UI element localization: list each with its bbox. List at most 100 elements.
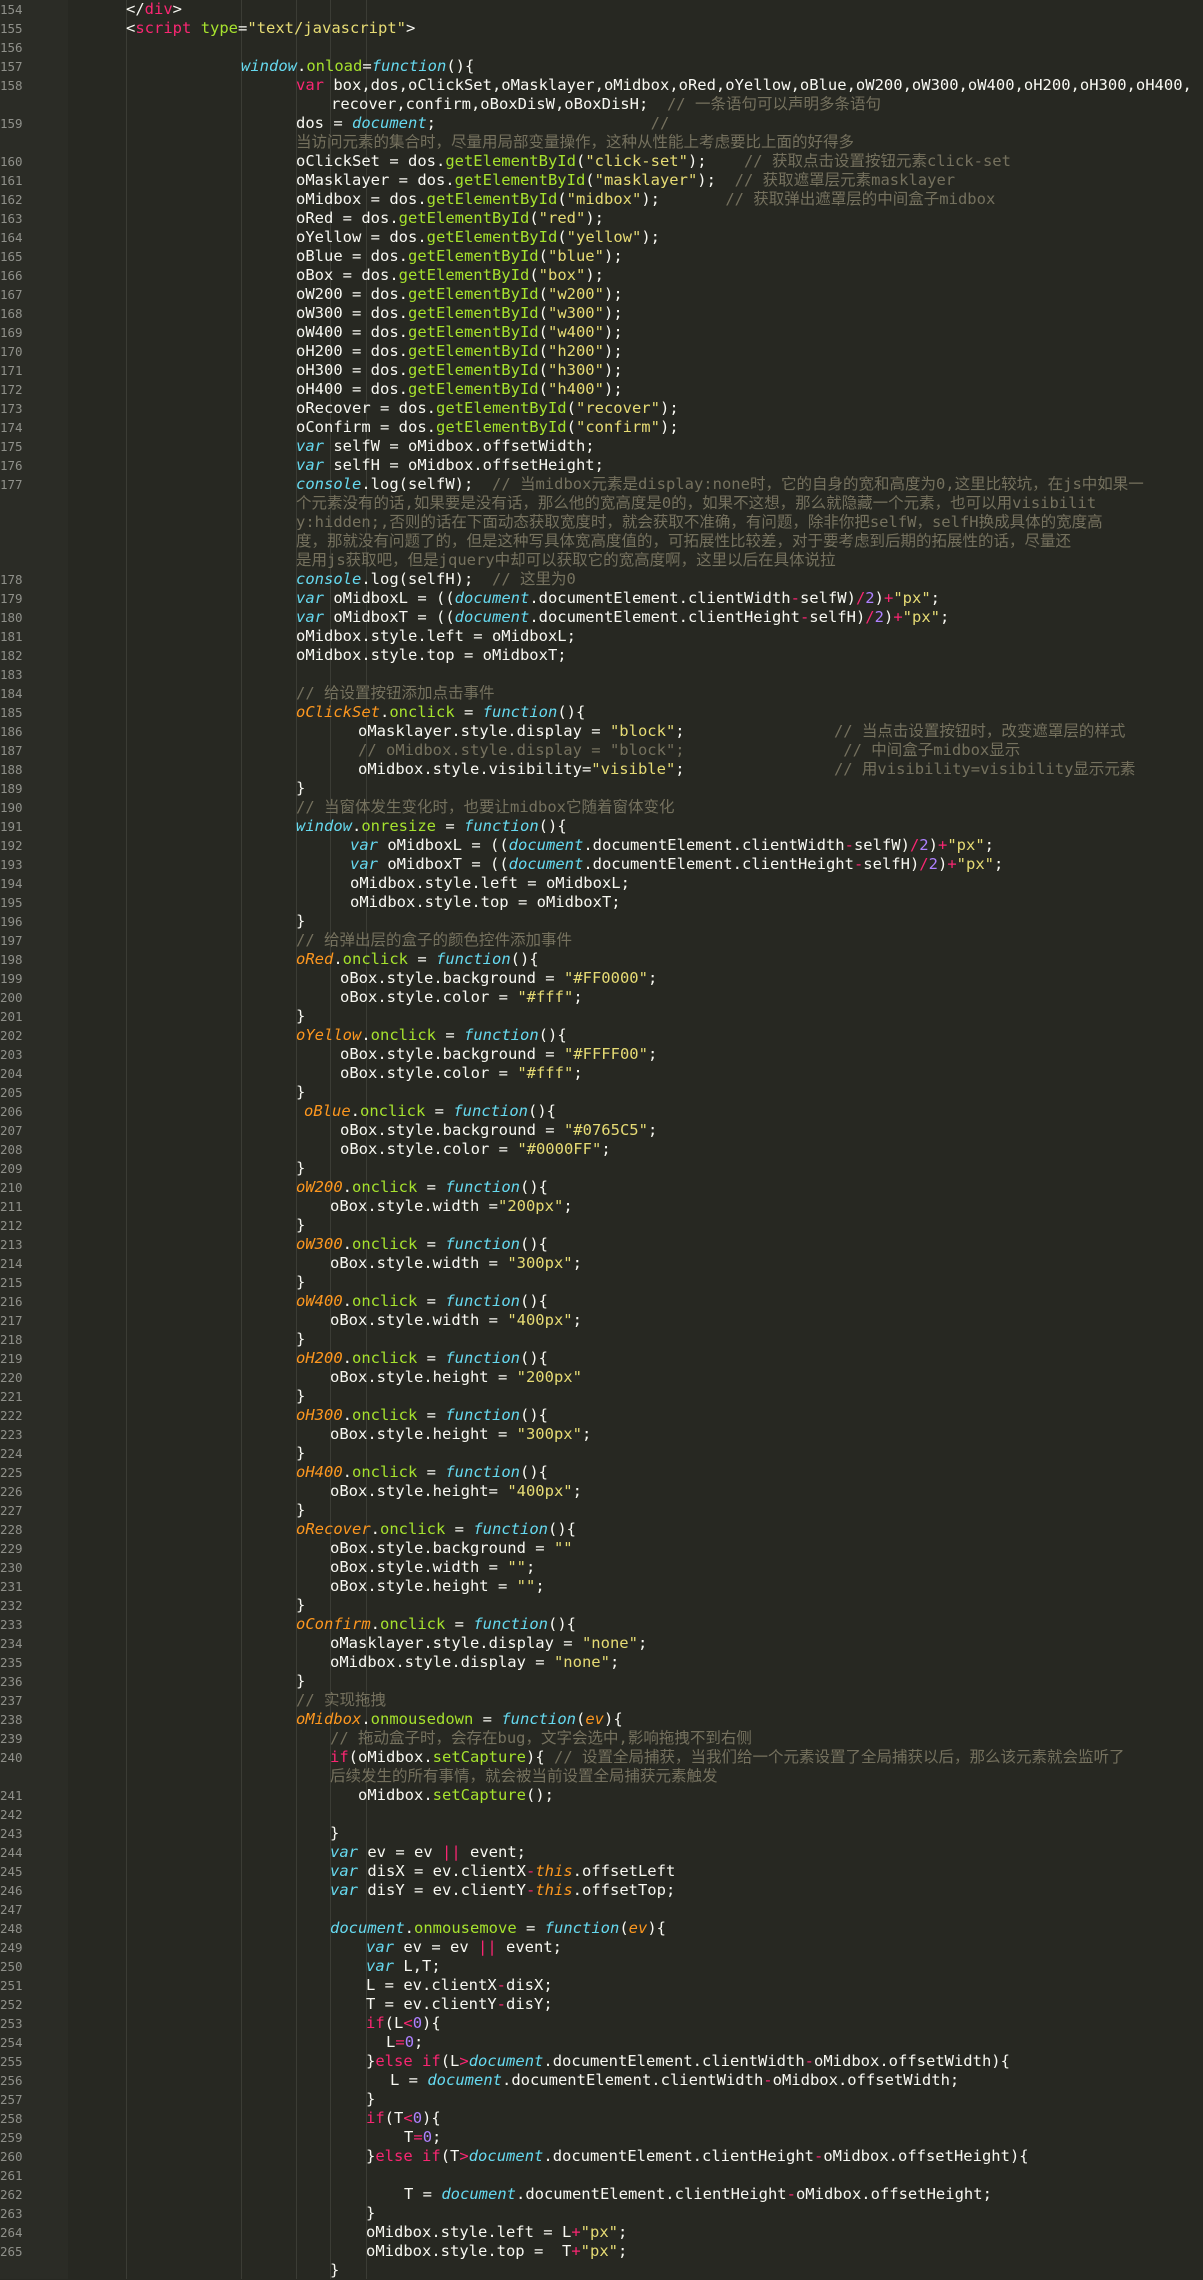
code-line[interactable]: 198 oRed.onclick = function(){	[0, 950, 1203, 969]
code-line[interactable]: 196}	[0, 912, 1203, 931]
code-line[interactable]: 156	[0, 38, 1203, 57]
code-line[interactable]: 227}	[0, 1501, 1203, 1520]
code-line[interactable]: 228 oRecover.onclick = function(){	[0, 1520, 1203, 1539]
code-line[interactable]: 172 oH400 = dos.getElementById("h400");	[0, 380, 1203, 399]
code-line[interactable]: 264 oMidbox.style.left = L+"px";	[0, 2223, 1203, 2242]
code-line[interactable]: 203 oBox.style.background = "#FFFF00";	[0, 1045, 1203, 1064]
code-line[interactable]: 193 var oMidboxT = ((document.documentEle…	[0, 855, 1203, 874]
code-line[interactable]: 214 oBox.style.width = "300px";	[0, 1254, 1203, 1273]
code-line[interactable]: 225 oH400.onclick = function(){	[0, 1463, 1203, 1482]
code-editor[interactable]: 154 </div> 155 <script type="text/javascrip…	[0, 0, 1203, 2279]
code-line[interactable]: 256 L = document.documentElement.clientWi…	[0, 2071, 1203, 2090]
code-line[interactable]: 194 oMidbox.style.left = oMidboxL;	[0, 874, 1203, 893]
code-line[interactable]: 218}	[0, 1330, 1203, 1349]
code-line[interactable]: 180 var oMidboxT = ((document.documentEle…	[0, 608, 1203, 627]
code-line[interactable]: 154 </div>	[0, 0, 1203, 19]
code-line[interactable]: 个元素没有的话,如果要是没有话，那么他的宽高度是0的，如果不这想，那么就隐藏一个…	[0, 494, 1203, 513]
code-line[interactable]: 157 window.onload=function(){	[0, 57, 1203, 76]
code-line[interactable]: 229 oBox.style.background = ""	[0, 1539, 1203, 1558]
code-line[interactable]: 208 oBox.style.color = "#0000FF";	[0, 1140, 1203, 1159]
code-line[interactable]: recover,confirm,oBoxDisW,oBoxDisH; // 一条…	[0, 95, 1203, 114]
code-line[interactable]: 262 T = document.documentElement.clientHe…	[0, 2185, 1203, 2204]
code-line[interactable]: 219 oH200.onclick = function(){	[0, 1349, 1203, 1368]
code-line[interactable]: 226 oBox.style.height= "400px";	[0, 1482, 1203, 1501]
code-line[interactable]: }	[0, 2261, 1203, 2280]
code-line[interactable]: 261	[0, 2166, 1203, 2185]
code-line[interactable]: 244 var ev = ev || event;	[0, 1843, 1203, 1862]
code-line[interactable]: 233 oConfirm.onclick = function(){	[0, 1615, 1203, 1634]
code-line[interactable]: 217 oBox.style.width = "400px";	[0, 1311, 1203, 1330]
code-line[interactable]: 258 if(T<0){	[0, 2109, 1203, 2128]
code-line[interactable]: 259 T=0;	[0, 2128, 1203, 2147]
code-line[interactable]: 231 oBox.style.height = "";	[0, 1577, 1203, 1596]
code-line[interactable]: 207 oBox.style.background = "#0765C5";	[0, 1121, 1203, 1140]
code-line[interactable]: 169 oW400 = dos.getElementById("w400");	[0, 323, 1203, 342]
code-line[interactable]: 216 oW400.onclick = function(){	[0, 1292, 1203, 1311]
code-line[interactable]: 263}	[0, 2204, 1203, 2223]
code-line[interactable]: 238 oMidbox.onmousedown = function(ev){	[0, 1710, 1203, 1729]
code-line[interactable]: 160 oClickSet = dos.getElementById("click…	[0, 152, 1203, 171]
code-line[interactable]: 167 oW200 = dos.getElementById("w200");	[0, 285, 1203, 304]
code-line[interactable]: 243}	[0, 1824, 1203, 1843]
code-line[interactable]: 232}	[0, 1596, 1203, 1615]
code-line[interactable]: 173 oRecover = dos.getElementById("recove…	[0, 399, 1203, 418]
code-line[interactable]: 后续发生的所有事情，就会被当前设置全局捕获元素触发	[0, 1767, 1203, 1786]
code-line[interactable]: 181 oMidbox.style.left = oMidboxL;	[0, 627, 1203, 646]
code-line[interactable]: 241 oMidbox.setCapture();	[0, 1786, 1203, 1805]
code-line[interactable]: 240 if(oMidbox.setCapture){ // 设置全局捕获，当我们…	[0, 1748, 1203, 1767]
code-line[interactable]: 213 oW300.onclick = function(){	[0, 1235, 1203, 1254]
code-line[interactable]: 177 console.log(selfW); // 当midbox元素是disp…	[0, 475, 1203, 494]
code-line[interactable]: 182 oMidbox.style.top = oMidboxT;	[0, 646, 1203, 665]
code-line[interactable]: 187 // oMidbox.style.display = "block"; /…	[0, 741, 1203, 760]
code-line[interactable]: 164 oYellow = dos.getElementById("yellow"…	[0, 228, 1203, 247]
code-line[interactable]: 224}	[0, 1444, 1203, 1463]
code-line[interactable]: 179 var oMidboxL = ((document.documentEle…	[0, 589, 1203, 608]
code-line[interactable]: 183	[0, 665, 1203, 684]
code-line[interactable]: 237 // 实现拖拽	[0, 1691, 1203, 1710]
code-line[interactable]: y:hidden;,否则的话在下面动态获取宽度时，就会获取不准确，有问题，除非你…	[0, 513, 1203, 532]
code-line[interactable]: 202 oYellow.onclick = function(){	[0, 1026, 1203, 1045]
code-line[interactable]: 253 if(L<0){	[0, 2014, 1203, 2033]
code-line[interactable]: 176 var selfH = oMidbox.offsetHeight;	[0, 456, 1203, 475]
code-line[interactable]: 251 L = ev.clientX-disX;	[0, 1976, 1203, 1995]
code-line[interactable]: 191 window.onresize = function(){	[0, 817, 1203, 836]
code-line[interactable]: 212}	[0, 1216, 1203, 1235]
code-line[interactable]: 257}	[0, 2090, 1203, 2109]
code-line[interactable]: 209}	[0, 1159, 1203, 1178]
code-line[interactable]: 235 oMidbox.style.display = "none";	[0, 1653, 1203, 1672]
code-line[interactable]: 161 oMasklayer = dos.getElementById("mask…	[0, 171, 1203, 190]
code-line[interactable]: 188 oMidbox.style.visibility="visible"; /…	[0, 760, 1203, 779]
code-line[interactable]: 249 var ev = ev || event;	[0, 1938, 1203, 1957]
code-line[interactable]: 当访问元素的集合时，尽量用局部变量操作，这种从性能上考虑要比上面的好得多	[0, 133, 1203, 152]
code-line[interactable]: 255}else if(L>document.documentElement.c…	[0, 2052, 1203, 2071]
code-line[interactable]: 215}	[0, 1273, 1203, 1292]
code-line[interactable]: 234 oMasklayer.style.display = "none";	[0, 1634, 1203, 1653]
code-line[interactable]: 174 oConfirm = dos.getElementById("confir…	[0, 418, 1203, 437]
code-line[interactable]: 210 oW200.onclick = function(){	[0, 1178, 1203, 1197]
code-line[interactable]: 222 oH300.onclick = function(){	[0, 1406, 1203, 1425]
code-line[interactable]: 165 oBlue = dos.getElementById("blue");	[0, 247, 1203, 266]
code-line[interactable]: 252 T = ev.clientY-disY;	[0, 1995, 1203, 2014]
code-line[interactable]: 199 oBox.style.background = "#FF0000";	[0, 969, 1203, 988]
code-line[interactable]: 162 oMidbox = dos.getElementById("midbox"…	[0, 190, 1203, 209]
code-line[interactable]: 度，那就没有问题了的，但是这种写具体宽高度值的，可拓展性比较差，对于要考虑到后期…	[0, 532, 1203, 551]
code-line[interactable]: 171 oH300 = dos.getElementById("h300");	[0, 361, 1203, 380]
code-line[interactable]: 211 oBox.style.width ="200px";	[0, 1197, 1203, 1216]
code-line[interactable]: 184 // 给设置按钮添加点击事件	[0, 684, 1203, 703]
code-line[interactable]: 201}	[0, 1007, 1203, 1026]
code-line[interactable]: 189}	[0, 779, 1203, 798]
code-line[interactable]: 192 var oMidboxL = ((document.documentEle…	[0, 836, 1203, 855]
code-line[interactable]: 178 console.log(selfH); // 这里为0	[0, 570, 1203, 589]
code-line[interactable]: 260}else if(T>document.documentElement.c…	[0, 2147, 1203, 2166]
code-line[interactable]: 242	[0, 1805, 1203, 1824]
code-line[interactable]: 186 oMasklayer.style.display = "block"; /…	[0, 722, 1203, 741]
code-line[interactable]: 230 oBox.style.width = "";	[0, 1558, 1203, 1577]
code-line[interactable]: 158 var box,dos,oClickSet,oMasklayer,oMid…	[0, 76, 1203, 95]
code-line[interactable]: 190 // 当窗体发生变化时，也要让midbox它随着窗体变化	[0, 798, 1203, 817]
code-line[interactable]: 155 <script type="text/javascript">	[0, 19, 1203, 38]
code-line[interactable]: 170 oH200 = dos.getElementById("h200");	[0, 342, 1203, 361]
code-line[interactable]: 195 oMidbox.style.top = oMidboxT;	[0, 893, 1203, 912]
code-line[interactable]: 205}	[0, 1083, 1203, 1102]
code-line[interactable]: 246 var disY = ev.clientY-this.offsetTop;	[0, 1881, 1203, 1900]
code-line[interactable]: 247	[0, 1900, 1203, 1919]
